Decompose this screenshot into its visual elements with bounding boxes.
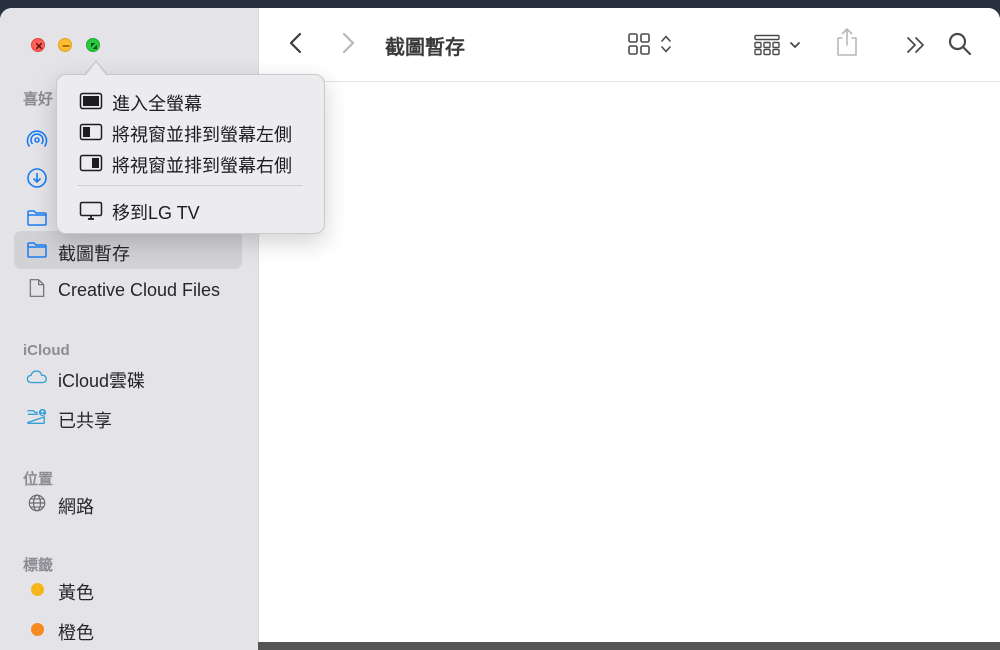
tag-yellow-dot-icon: [31, 583, 44, 596]
more-toolbar-items-icon[interactable]: [905, 34, 929, 56]
sidebar-item-label: 橙色: [58, 623, 94, 643]
menu-item-move-to-lg-tv[interactable]: 移到LG TV: [77, 196, 317, 224]
zoom-window-button[interactable]: [86, 38, 100, 52]
sidebar-item-tag-orange[interactable]: 橙色: [14, 610, 242, 648]
file-list-area[interactable]: [259, 82, 1000, 650]
menu-item-enter-fullscreen[interactable]: 進入全螢幕: [77, 87, 317, 115]
close-icon: [35, 42, 43, 50]
minimize-window-button[interactable]: [58, 38, 72, 52]
fullscreen-arrows-icon: [91, 43, 97, 49]
folder-icon[interactable]: [26, 208, 48, 228]
sidebar-item-label: 截圖暫存: [58, 244, 130, 264]
close-window-button[interactable]: [31, 38, 45, 52]
menu-item-tile-right[interactable]: 將視窗並排到螢幕右側: [77, 149, 317, 177]
forward-button[interactable]: [337, 30, 359, 56]
fullscreen-icon: [79, 92, 103, 110]
section-icloud: iCloud: [23, 342, 70, 359]
sidebar-item-icloud-drive[interactable]: iCloud雲碟: [14, 358, 242, 396]
sidebar-item-creative-cloud[interactable]: Creative Cloud Files: [14, 271, 242, 309]
section-favorites: 喜好: [23, 91, 54, 108]
folder-icon: [27, 242, 47, 258]
back-button[interactable]: [285, 30, 307, 56]
sidebar-item-label: Creative Cloud Files: [58, 280, 221, 300]
cloud-icon: [26, 370, 47, 384]
menu-separator: [77, 185, 303, 186]
view-mode-icon-grid[interactable]: [627, 32, 677, 56]
menu-item-label: 將視窗並排到螢幕左側: [112, 125, 292, 145]
menu-item-label: 將視窗並排到螢幕右側: [112, 156, 292, 176]
minimize-icon: [62, 45, 70, 47]
sidebar-item-label: 已共享: [58, 411, 112, 431]
sidebar-item-shared[interactable]: 已共享: [14, 398, 242, 436]
tag-orange-dot-icon: [31, 623, 44, 636]
sidebar-item-label: 黃色: [58, 583, 94, 603]
document-icon: [29, 279, 45, 297]
sidebar-item-tag-yellow[interactable]: 黃色: [14, 570, 242, 608]
window-tile-menu: 進入全螢幕 將視窗並排到螢幕左側 將視窗並排到螢幕右側 移到LG TV: [56, 74, 325, 234]
shared-folder-icon: [27, 408, 47, 425]
display-icon: [79, 201, 103, 220]
share-icon[interactable]: [834, 26, 860, 58]
window-title: 截圖暫存: [385, 37, 465, 59]
tile-right-icon: [79, 154, 103, 172]
globe-icon: [28, 494, 46, 512]
search-icon[interactable]: [947, 31, 973, 57]
airdrop-icon[interactable]: [26, 127, 48, 149]
desktop-background-bottom: [258, 642, 1000, 650]
tile-left-icon: [79, 123, 103, 141]
sidebar-item-screenshots[interactable]: 截圖暫存: [14, 231, 242, 269]
menu-item-label: 移到LG TV: [112, 203, 200, 223]
menu-arrow-fill: [85, 62, 107, 76]
menu-item-tile-left[interactable]: 將視窗並排到螢幕左側: [77, 118, 317, 146]
sidebar-item-label: 網路: [58, 497, 94, 517]
menu-item-label: 進入全螢幕: [112, 94, 202, 114]
downloads-icon[interactable]: [26, 167, 48, 189]
sidebar-item-network[interactable]: 網路: [14, 484, 242, 522]
sidebar-item-label: iCloud雲碟: [58, 371, 146, 391]
toolbar: 截圖暫存: [259, 8, 1000, 82]
group-by-icon[interactable]: [753, 34, 805, 56]
